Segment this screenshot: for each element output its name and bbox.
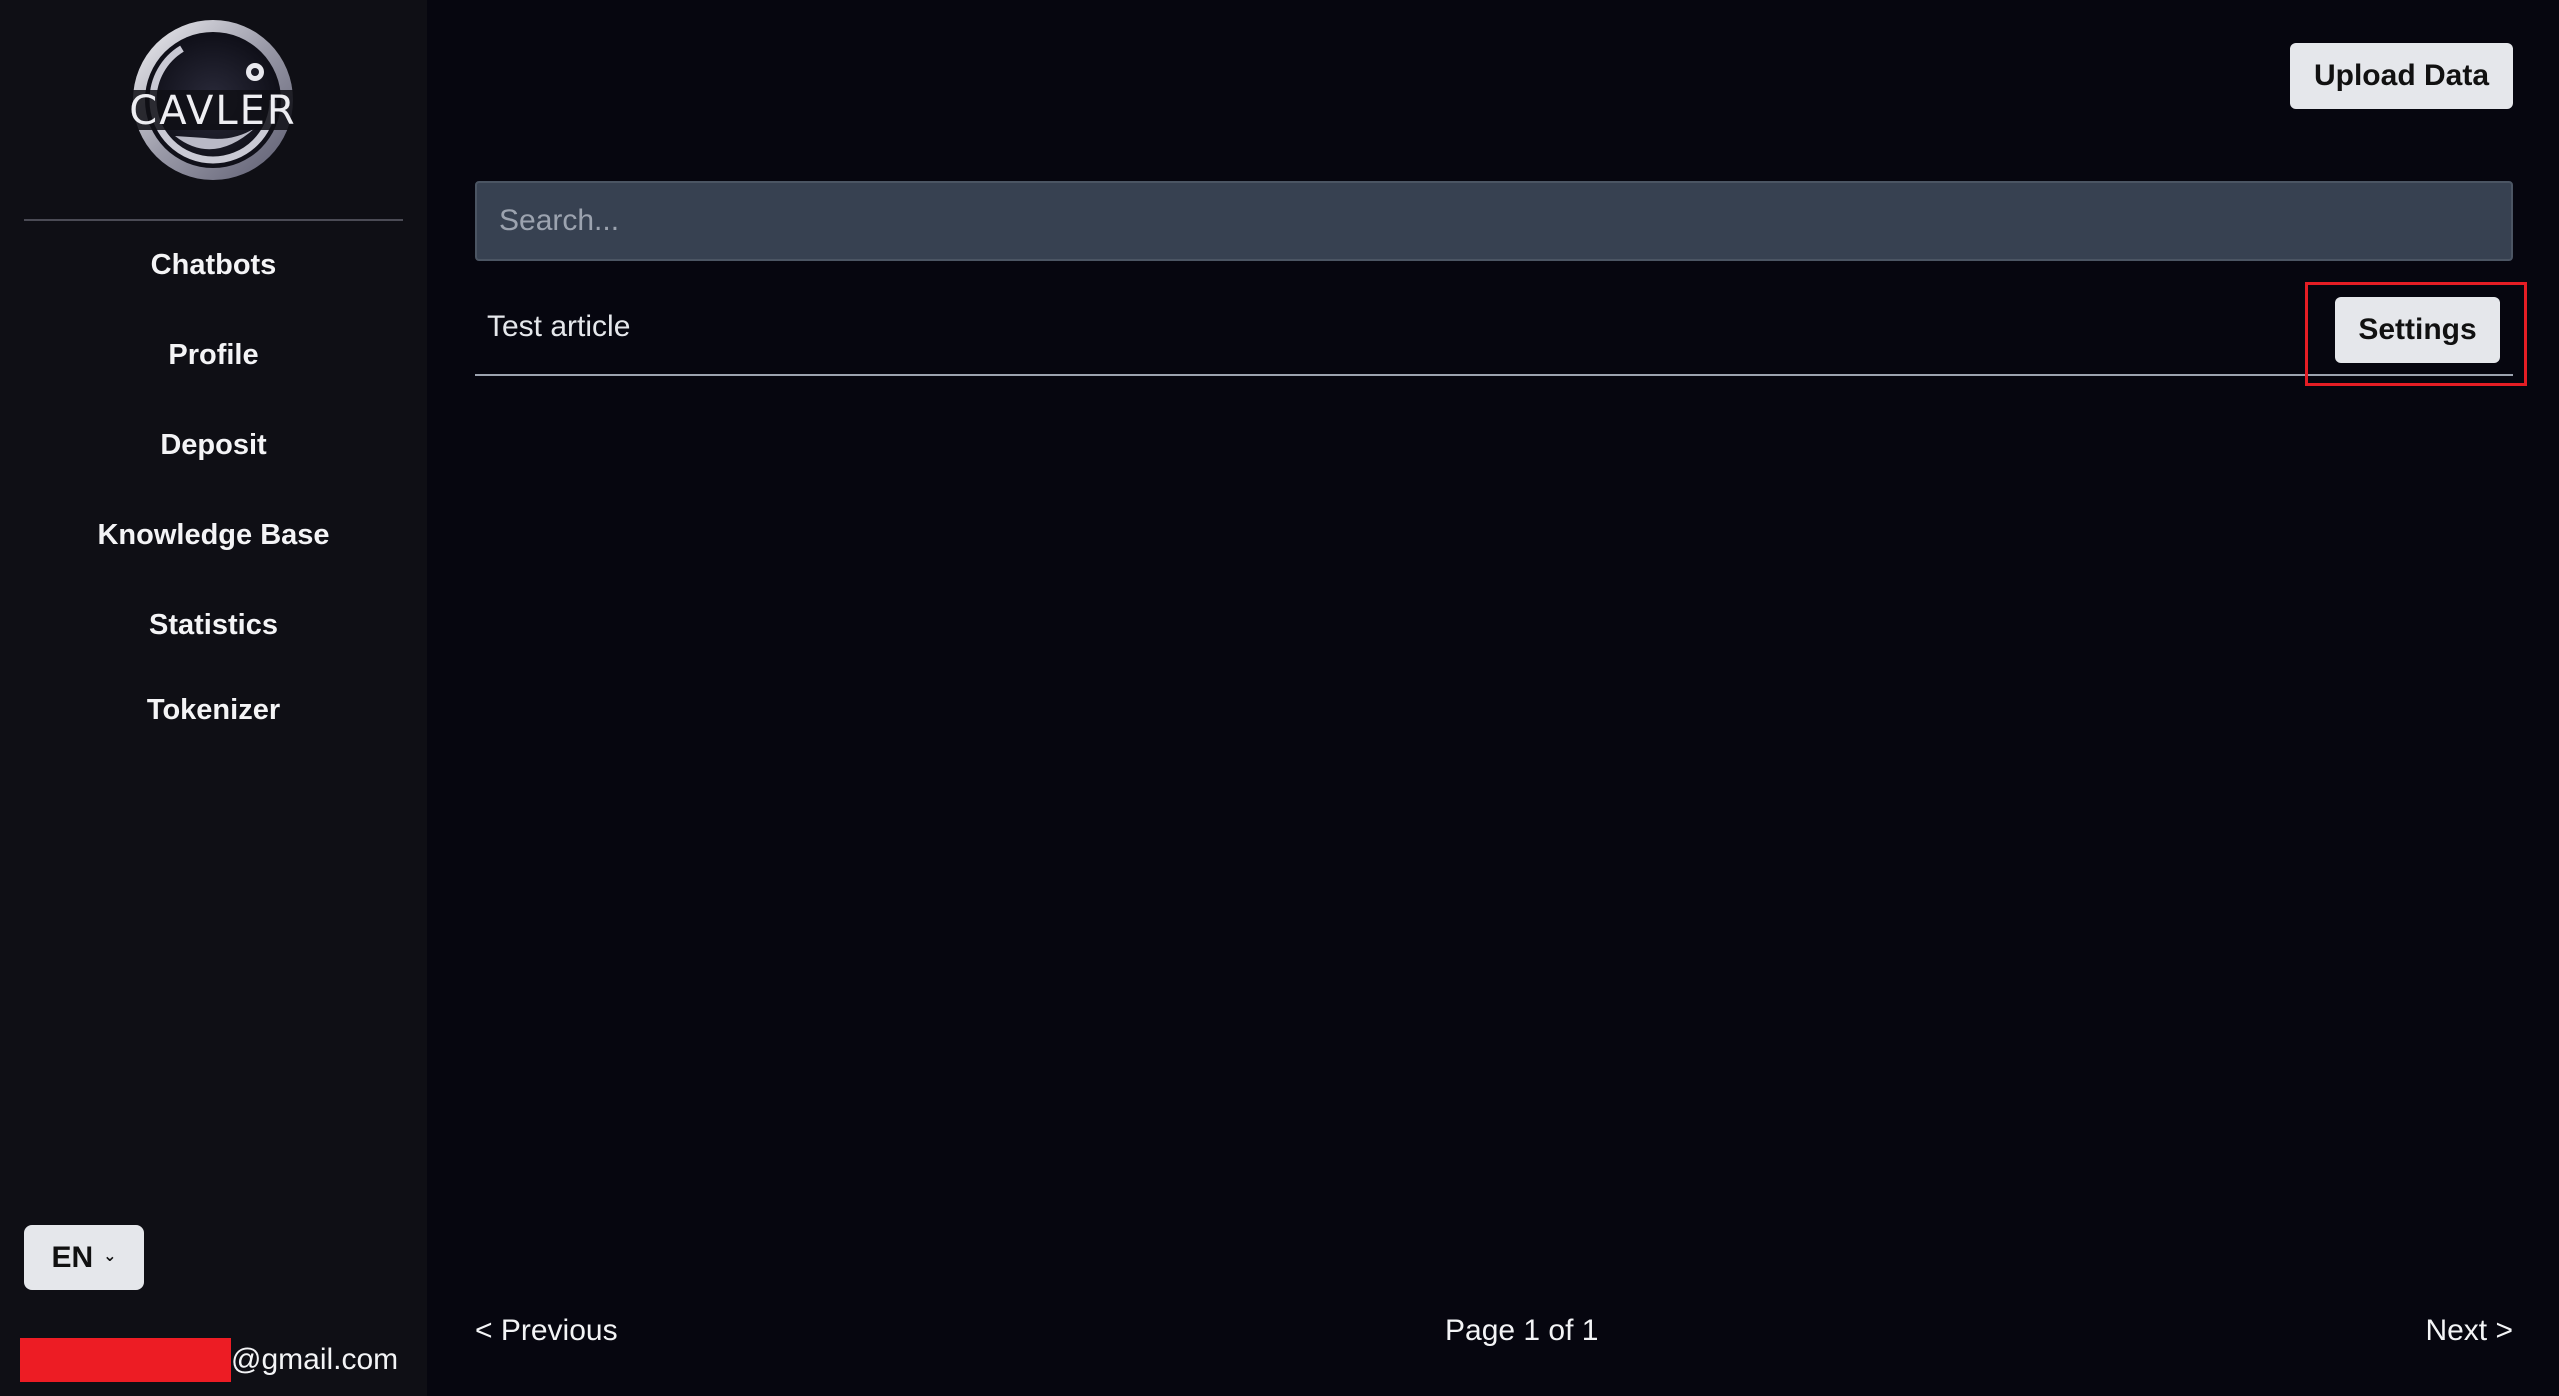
sidebar-item-deposit[interactable]: Deposit: [0, 415, 427, 475]
redacted-username: [20, 1338, 231, 1382]
sidebar-item-knowledge-base[interactable]: Knowledge Base: [0, 505, 427, 565]
article-title: Test article: [487, 310, 631, 343]
upload-data-button[interactable]: Upload Data: [2290, 43, 2513, 109]
sidebar-item-tokenizer[interactable]: Tokenizer: [0, 680, 427, 740]
settings-button[interactable]: Settings: [2335, 297, 2500, 363]
article-row: Test article Settings: [475, 280, 2513, 376]
user-email-domain: @gmail.com: [231, 1343, 399, 1376]
next-page-link[interactable]: Next >: [2425, 1314, 2513, 1348]
search-input[interactable]: [475, 181, 2513, 261]
sidebar-divider: [24, 219, 403, 221]
sidebar-item-chatbots[interactable]: Chatbots: [0, 235, 427, 295]
language-select[interactable]: EN ⌄: [24, 1225, 144, 1290]
cavler-logo[interactable]: CAVLER: [115, 16, 311, 186]
app-root: CAVLER Chatbots Profile Deposit Knowledg…: [0, 0, 2559, 1396]
sidebar-item-statistics[interactable]: Statistics: [0, 595, 427, 655]
previous-page-link[interactable]: < Previous: [475, 1314, 618, 1348]
language-label: EN: [51, 1240, 94, 1274]
sidebar: CAVLER Chatbots Profile Deposit Knowledg…: [0, 0, 427, 1396]
logo-text: CAVLER: [129, 88, 296, 134]
user-email: @gmail.com: [20, 1338, 398, 1382]
page-indicator: Page 1 of 1: [1445, 1314, 1599, 1347]
sidebar-item-profile[interactable]: Profile: [0, 325, 427, 385]
chevron-down-icon: ⌄: [103, 1247, 117, 1265]
